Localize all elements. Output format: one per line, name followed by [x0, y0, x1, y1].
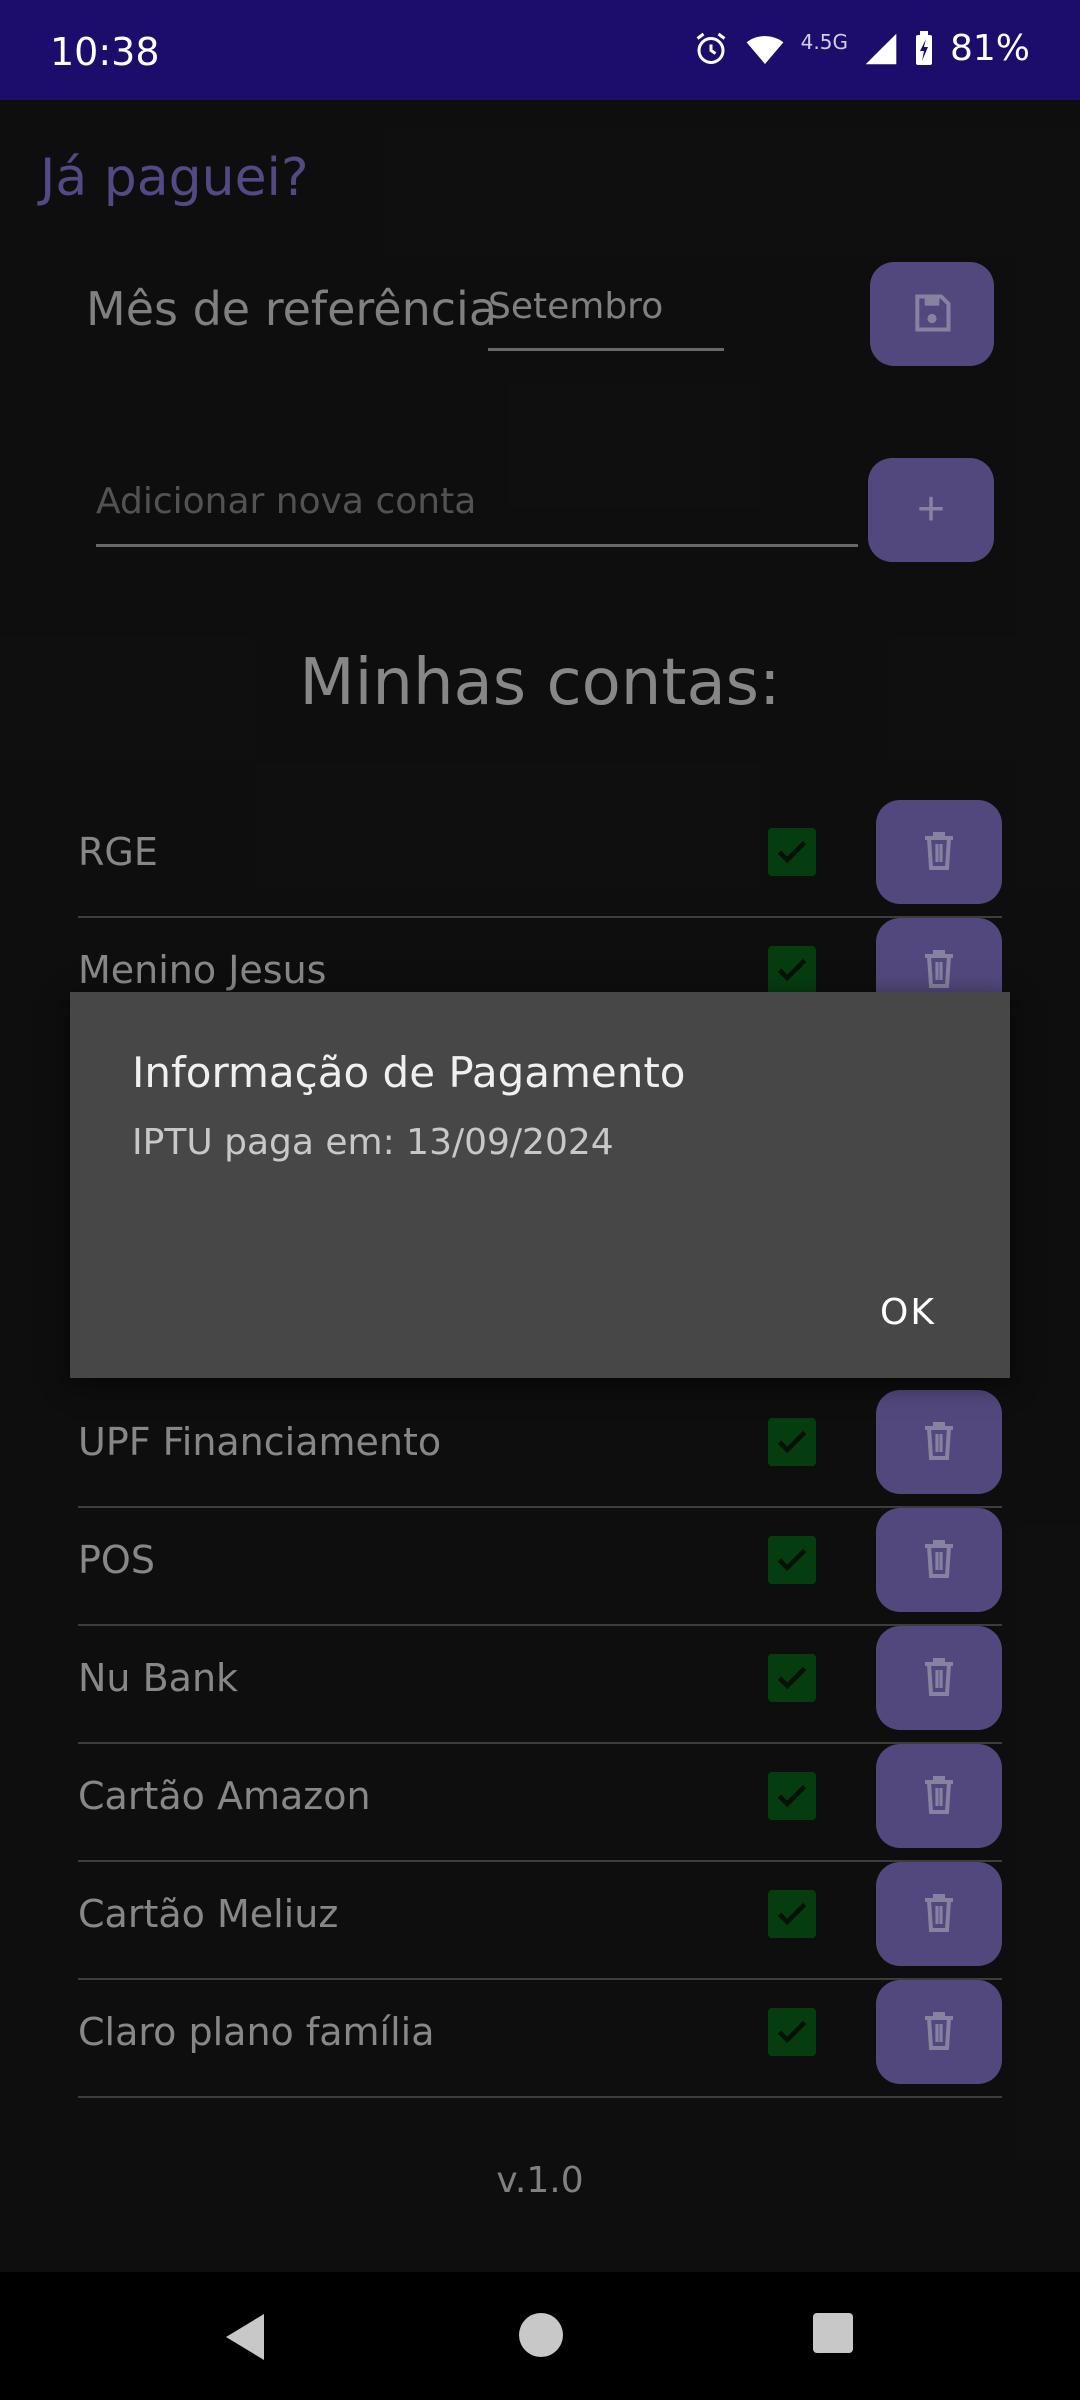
recents-icon[interactable]: [812, 2312, 854, 2358]
home-icon[interactable]: [518, 2312, 564, 2362]
wifi-icon: [745, 32, 785, 66]
status-bar: 10:38 4.5G 81%: [0, 0, 1080, 100]
battery-level: 81%: [949, 28, 1030, 69]
signal-icon: [864, 32, 898, 66]
status-time: 10:38: [50, 30, 160, 74]
payment-info-dialog: Informação de Pagamento IPTU paga em: 13…: [70, 992, 1010, 1378]
ok-button[interactable]: OK: [880, 1292, 936, 1333]
dialog-title: Informação de Pagamento: [132, 1048, 686, 1097]
navigation-bar: [0, 2272, 1080, 2400]
alarm-icon: [693, 31, 729, 67]
network-type: 4.5G: [800, 29, 848, 54]
battery-icon: [914, 30, 934, 67]
back-icon[interactable]: [222, 2312, 268, 2366]
dialog-message: IPTU paga em: 13/09/2024: [132, 1122, 614, 1163]
status-icons: 4.5G 81%: [693, 28, 1030, 69]
